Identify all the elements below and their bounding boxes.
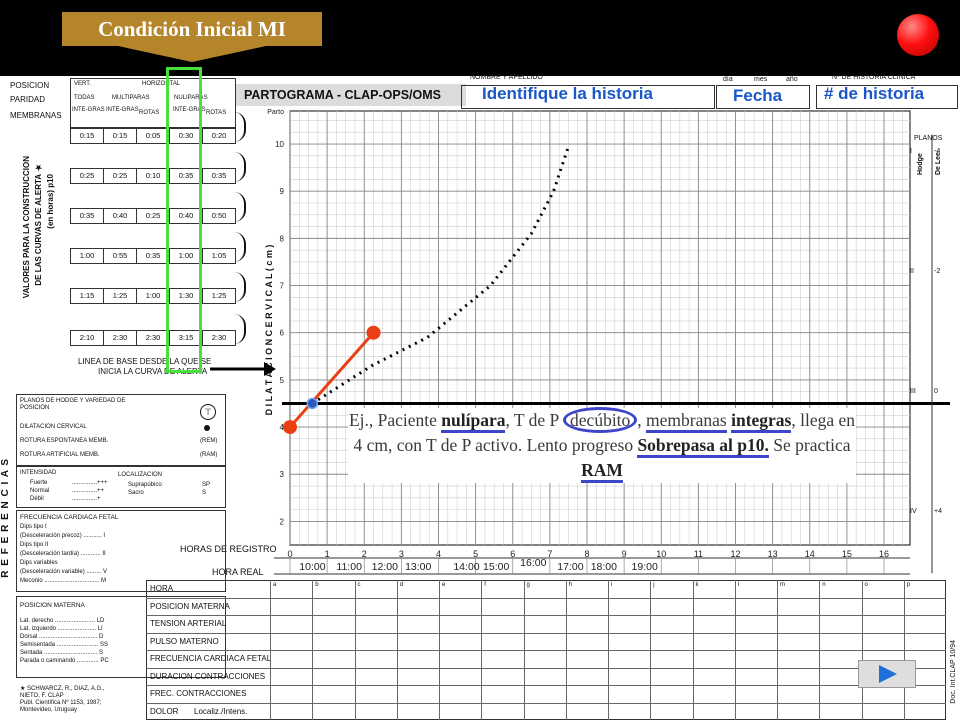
bottom-row-label: FRECUENCIA CARDIACA FETAL <box>150 654 272 663</box>
caption-part1: Ej., Paciente <box>348 410 442 430</box>
caption-membranas: membranas <box>646 410 727 433</box>
y-tick-label: 8 <box>280 234 285 243</box>
bottom-col-line <box>565 580 567 720</box>
caption-decubito: decúbito <box>563 407 638 433</box>
caption-ram: RAM <box>581 460 623 483</box>
bottom-row-line <box>146 650 946 651</box>
bottom-row-label: PULSO MATERNO <box>150 636 219 646</box>
bottom-col-line <box>734 580 736 720</box>
hora-real-value: 15:00 <box>483 561 509 573</box>
bottom-col-label: n <box>822 582 826 588</box>
delee-value: -4 <box>934 148 940 155</box>
bottom-row-label: POSICION MATERNA <box>150 601 230 611</box>
plano-label: I <box>910 148 912 155</box>
bottom-col-label: b <box>315 582 319 588</box>
plano-label: IV <box>910 508 917 515</box>
bottom-col-line <box>819 580 821 720</box>
hora-real-label: HORA REAL <box>212 567 264 577</box>
caption-sobrepasa: Sobrepasa al p10. <box>637 435 769 458</box>
bottom-col-line <box>650 580 652 720</box>
y-tick-label: 10 <box>275 140 284 149</box>
bottom-col-line <box>354 580 356 720</box>
bottom-row-label: FREC. CONTRACCIONES <box>150 689 247 698</box>
bottom-table: HORA POSICION MATERNA TENSION ARTERIAL PULS… <box>146 580 946 720</box>
y-tick-label: 3 <box>280 470 285 479</box>
y-top-label: Parto <box>267 109 284 116</box>
bottom-col-line <box>608 580 609 720</box>
bottom-col-label: e <box>442 582 446 588</box>
bottom-col-label: g <box>526 582 530 588</box>
y-tick-label: 6 <box>280 329 285 338</box>
dolor-sub-label: Localiz./Intens. <box>194 706 248 716</box>
next-slide-button[interactable] <box>858 660 916 688</box>
bottom-col-label: i <box>611 582 613 588</box>
caption-integras: integras <box>731 410 792 433</box>
hora-real-value: 16:00 <box>520 557 546 569</box>
hora-real-value: 18:00 <box>591 561 617 573</box>
y-tick-label: 7 <box>280 282 285 291</box>
patient-marker-end <box>366 325 381 340</box>
y-tick-label: 9 <box>280 187 285 196</box>
bottom-col-label: h <box>568 582 573 588</box>
bottom-col-line <box>481 580 483 720</box>
delee-label: De Lee <box>935 152 942 175</box>
y-tick-label: 5 <box>280 376 285 385</box>
caption-nulipara: nulípara <box>441 410 506 433</box>
bottom-row-line <box>146 615 946 616</box>
bottom-col-line <box>903 580 905 720</box>
bottom-col-label: k <box>695 582 699 588</box>
bottom-row-line <box>146 685 946 686</box>
hora-real-value: 12:00 <box>372 561 398 573</box>
bottom-col-line <box>861 580 863 720</box>
bottom-col-label: l <box>737 582 740 588</box>
bottom-row-line <box>146 632 946 634</box>
caption-part5: Se practica <box>768 435 851 455</box>
y-tick-label: 2 <box>280 517 285 526</box>
hora-real-value: 10:00 <box>299 561 325 573</box>
y-axis-label: D I L A T A C I O N C E R V I C A L ( c … <box>264 245 274 416</box>
bottom-row-label: DURACION CONTRACCIONES <box>150 671 266 681</box>
doc-code: Doc. Int.CLAP 10/94 <box>950 640 957 704</box>
bottom-col-line <box>439 580 440 720</box>
planos-title: PLANOS <box>914 135 943 142</box>
hodge-label: Hodge <box>917 153 924 175</box>
delee-value: +4 <box>934 508 942 515</box>
patient-marker-baseline <box>306 397 319 410</box>
hora-real-value: 19:00 <box>632 561 658 573</box>
plano-label: II <box>910 268 914 275</box>
hora-real-value: 11:00 <box>336 561 362 573</box>
bottom-col-label: p <box>906 582 911 588</box>
delee-value: -2 <box>934 268 940 275</box>
bottom-col-label: c <box>357 582 361 588</box>
hora-real-value: 14:00 <box>453 561 479 573</box>
hora-real-value: 13:00 <box>405 561 431 573</box>
bottom-col-label: m <box>780 582 785 588</box>
bottom-col-line <box>312 580 314 720</box>
bottom-row-line <box>146 702 946 704</box>
bottom-col-label: j <box>653 582 655 588</box>
caption-part2: , T de P <box>505 410 564 430</box>
caption-part3: , <box>637 410 647 430</box>
play-arrow-icon <box>879 665 897 683</box>
hora-real-value: 17:00 <box>557 561 583 573</box>
horas-registro-label: HORAS DE REGISTRO <box>180 544 277 554</box>
bottom-col-label: o <box>864 582 868 588</box>
bottom-col-line <box>777 580 778 720</box>
bottom-row-line <box>146 597 946 599</box>
delee-value: 0 <box>934 388 938 395</box>
bottom-row-label: HORA <box>150 584 174 593</box>
bottom-row-line <box>146 667 946 669</box>
plano-label: III <box>910 388 916 395</box>
bottom-row-label: DOLOR <box>150 706 179 716</box>
bottom-col-line <box>523 580 525 720</box>
bottom-col-line <box>396 580 398 720</box>
bottom-col-label: d <box>399 582 404 588</box>
bottom-col-line <box>692 580 694 720</box>
bottom-col-label: a <box>273 582 277 588</box>
bottom-row-label: TENSION ARTERIAL <box>150 619 227 628</box>
patient-marker-start <box>283 420 297 435</box>
bottom-col-line <box>270 580 271 720</box>
caption-text: Ej., Paciente nulípara, T de P decúbito,… <box>348 407 856 483</box>
bottom-col-label: f <box>484 582 486 588</box>
